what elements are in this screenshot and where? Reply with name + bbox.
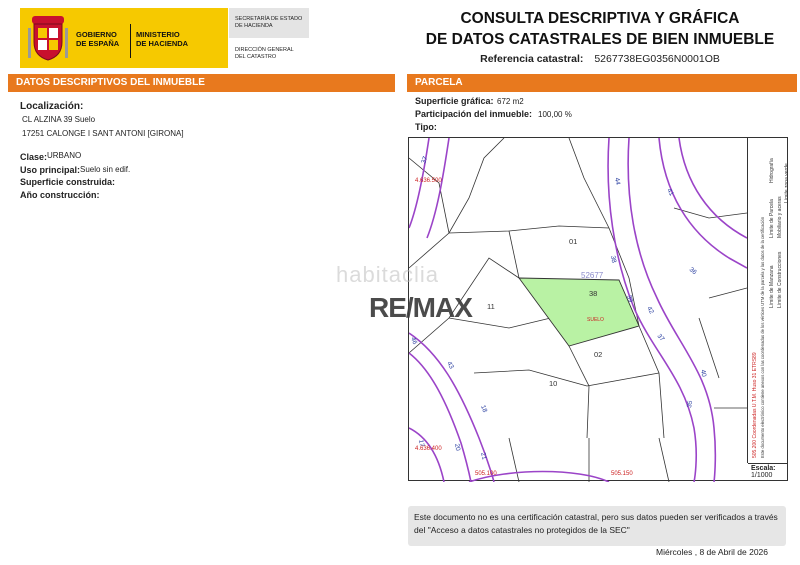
participacion-label: Participación del inmueble: xyxy=(415,109,533,119)
secretariat-line2: DE HACIENDA xyxy=(235,22,273,29)
map-label-40: 40 xyxy=(699,369,707,378)
anio-construccion-label: Año construcción: xyxy=(20,190,100,200)
parcel-38-area xyxy=(518,277,640,347)
legend-parcela: Límite de Parcela xyxy=(769,199,775,238)
map-label-42: 42 xyxy=(645,306,655,316)
remax-watermark: RE/MAX xyxy=(369,292,473,323)
habitaclia-watermark: habitaclia xyxy=(336,262,439,287)
parcel-11-label: 11 xyxy=(487,302,495,311)
coord-x-right: 505.150 xyxy=(611,471,633,477)
legend-zona-verde: Límite zona verde xyxy=(784,163,790,203)
section-header-descriptive: DATOS DESCRIPTIVOS DEL INMUEBLE xyxy=(8,74,395,91)
superficie-grafica-label: Superficie gráfica: xyxy=(415,96,494,106)
map-legend: 505.200 Coordenadas U.T.M. Huso 31 ETRS8… xyxy=(747,138,790,463)
section-rule-left xyxy=(8,91,395,92)
scale-box: Escala: 1/1000 xyxy=(748,463,788,481)
clase-value: URBANO xyxy=(47,151,82,160)
coord-y-top: 4.636.500 xyxy=(415,178,442,184)
government-logo: GOBIERNO DE ESPAÑA MINISTERIO DE HACIEND… xyxy=(20,8,228,68)
legend-manzana: Límite de Manzana xyxy=(769,265,775,308)
ref-value: 5267738EG0356N0001OB xyxy=(594,53,720,65)
map-label-35: 35 xyxy=(686,400,694,409)
secretariat-line1: SECRETARÍA DE ESTADO xyxy=(235,16,303,22)
superficie-construida-label: Superficie construida: xyxy=(20,177,116,187)
location-label: Localización: xyxy=(20,101,84,112)
legend-note: Este documento electrónico contiene anex… xyxy=(760,216,765,458)
map-label-20: 20 xyxy=(453,443,461,452)
map-label-38: 38 xyxy=(609,255,617,264)
map-block-label: 52677 xyxy=(581,271,604,280)
section-rule-right xyxy=(407,91,797,92)
map-label-36: 36 xyxy=(688,266,698,276)
ministry-label: MINISTERIO DE HACIENDA xyxy=(136,30,189,48)
coord-x-left: 505.100 xyxy=(475,471,497,477)
section-header-parcela: PARCELA xyxy=(407,74,797,91)
map-label-46: 46 xyxy=(409,336,418,346)
map-label-43: 43 xyxy=(445,361,455,371)
directorate-label: DIRECCIÓN GENERAL DEL CATASTRO xyxy=(235,47,294,60)
scale-label: Escala: xyxy=(751,465,776,472)
location-line2: 17251 CALONGE I SANT ANTONI [GIRONA] xyxy=(22,129,184,138)
secretariat-block: SECRETARÍA DE ESTADO DE HACIENDA xyxy=(229,8,309,38)
participacion-value: 100,00 % xyxy=(538,110,572,119)
clase-label: Clase: xyxy=(20,152,48,162)
uso-label: Uso principal: xyxy=(20,165,81,175)
location-line1: CL ALZINA 39 Suelo xyxy=(22,115,96,124)
uso-value: Suelo sin edif. xyxy=(80,165,131,174)
superficie-grafica-value: 672 m2 xyxy=(497,97,524,106)
tipo-label: Tipo: xyxy=(415,122,437,132)
legend-hidrografia: Hidrografía xyxy=(769,158,775,183)
parcel-10-label: 10 xyxy=(549,379,557,388)
logo-divider xyxy=(130,24,131,58)
map-label-37b: 37 xyxy=(655,333,665,343)
map-label-37: 37 xyxy=(420,155,429,165)
coord-y-bottom: 4.636.400 xyxy=(415,446,442,452)
document-date: Miércoles , 8 de Abril de 2026 xyxy=(656,547,768,557)
parcel-02-label: 02 xyxy=(594,350,602,359)
legend-mobiliario: Mobiliario y aceras xyxy=(777,196,783,238)
parcel-01-label: 01 xyxy=(569,237,577,246)
legend-construcciones: Límite de Construcciones xyxy=(777,251,783,308)
suelo-label: SUELO xyxy=(587,317,604,323)
legend-crs: 505.200 Coordenadas U.T.M. Huso 31 ETRS8… xyxy=(752,352,758,458)
coat-of-arms-icon xyxy=(28,16,68,61)
government-label: GOBIERNO DE ESPAÑA xyxy=(76,30,120,48)
map-label-18: 18 xyxy=(479,404,488,414)
scale-value: 1/1000 xyxy=(751,472,773,479)
cadastral-reference: Referencia catastral: 5267738EG0356N0001… xyxy=(410,53,790,65)
page-title: CONSULTA DESCRIPTIVA Y GRÁFICA DE DATOS … xyxy=(425,10,775,48)
ref-label: Referencia catastral: xyxy=(480,53,584,65)
map-label-44: 44 xyxy=(613,177,621,186)
parcel-38-label: 38 xyxy=(589,289,597,298)
disclaimer-note: Este documento no es una certificación c… xyxy=(408,506,786,546)
